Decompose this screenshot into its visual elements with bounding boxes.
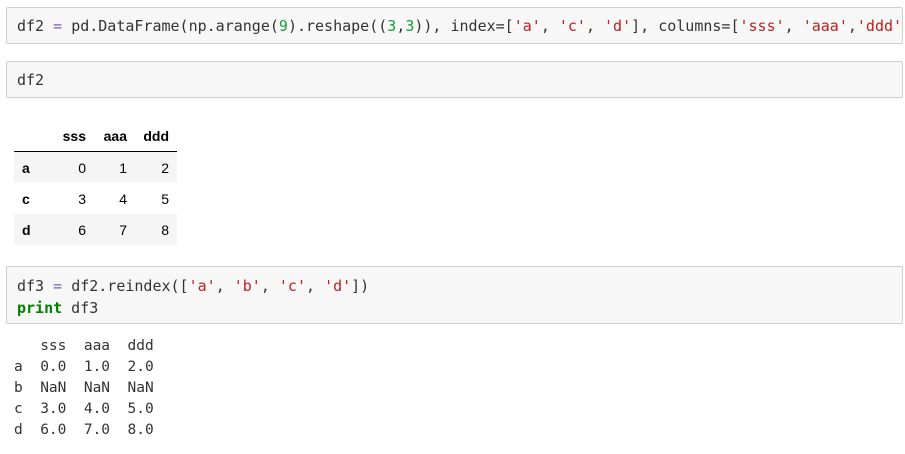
code-token: 'a' — [513, 17, 541, 35]
output-line: d 6.0 7.0 8.0 — [14, 422, 154, 438]
code-token: df2 — [17, 17, 45, 35]
code-token: df3 — [62, 299, 99, 317]
table-cell: 5 — [161, 190, 169, 207]
code-token: , — [215, 277, 234, 295]
code-token: 3 — [387, 17, 397, 35]
code-token: ]) — [351, 277, 370, 295]
dataframe-output-df2: sss aaa ddd a 0 1 2 c 3 4 5 d 6 7 8 — [14, 121, 177, 245]
code-token: 'sss' — [739, 17, 785, 35]
code-line: df3 = df2.reindex(['a', 'b', 'c', 'd']) — [17, 275, 892, 297]
column-header: aaa — [103, 128, 127, 144]
code-token: = — [44, 17, 72, 35]
code-token: print — [17, 299, 63, 317]
table-row: d 6 7 8 — [14, 214, 177, 245]
table-row: a 0 1 2 — [14, 151, 177, 183]
table-cell: 4 — [119, 190, 127, 207]
table-cell: 2 — [161, 159, 169, 176]
output-line: sss aaa ddd — [14, 338, 154, 354]
code-token: df2 — [17, 71, 45, 89]
code-token: df2.reindex([ — [71, 277, 189, 295]
dataframe-table: sss aaa ddd a 0 1 2 c 3 4 5 d 6 7 8 — [14, 121, 177, 245]
table-cell: 1 — [119, 159, 127, 176]
code-token: ).reshape(( — [287, 17, 388, 35]
table-cell: 3 — [78, 190, 86, 207]
code-token: ]) — [902, 17, 903, 35]
code-cell-show-df2[interactable]: df2 — [6, 61, 903, 98]
table-cell: 7 — [119, 221, 127, 238]
table-header-row: sss aaa ddd — [14, 121, 177, 152]
code-token: 9 — [278, 17, 288, 35]
code-token: , — [396, 17, 406, 35]
code-token: )), index=[ — [414, 17, 514, 35]
code-token: ], columns=[ — [631, 17, 740, 35]
output-line: c 3.0 4.0 5.0 — [14, 401, 154, 417]
table-cell: 0 — [78, 159, 86, 176]
table-cell: 8 — [161, 221, 169, 238]
code-token: 'b' — [233, 277, 261, 295]
code-token: 'd' — [604, 17, 632, 35]
code-token: , — [540, 17, 559, 35]
row-index: d — [22, 221, 31, 238]
code-token: pd.DataFrame(np.arange( — [71, 17, 279, 35]
output-line: a 0.0 1.0 2.0 — [14, 359, 154, 375]
code-token: , — [784, 17, 803, 35]
print-output-df3: sss aaa ddd a 0.0 1.0 2.0 b NaN NaN NaN … — [14, 336, 154, 441]
row-index: c — [22, 190, 30, 207]
table-cell: 6 — [78, 221, 86, 238]
row-index: a — [22, 159, 30, 176]
output-line: b NaN NaN NaN — [14, 380, 154, 396]
code-cell-create-df2[interactable]: df2 = pd.DataFrame(np.arange(9).reshape(… — [6, 7, 903, 44]
table-row: c 3 4 5 — [14, 183, 177, 214]
code-token: df3 — [17, 277, 45, 295]
column-header: sss — [62, 128, 86, 144]
code-line: print df3 — [17, 297, 892, 319]
code-token: , — [847, 17, 857, 35]
code-token: , — [306, 277, 325, 295]
code-token: 'aaa' — [802, 17, 848, 35]
code-token: 'c' — [558, 17, 586, 35]
code-token: 'a' — [188, 277, 216, 295]
column-header: ddd — [143, 128, 169, 144]
code-token: 'ddd' — [856, 17, 903, 35]
code-token: , — [260, 277, 279, 295]
code-token: 'd' — [324, 277, 352, 295]
code-cell-reindex-df3[interactable]: df3 = df2.reindex(['a', 'b', 'c', 'd']) p… — [6, 266, 903, 324]
code-token: 'c' — [278, 277, 306, 295]
code-token: , — [585, 17, 605, 35]
code-token: = — [44, 277, 72, 295]
index-header — [14, 121, 44, 152]
